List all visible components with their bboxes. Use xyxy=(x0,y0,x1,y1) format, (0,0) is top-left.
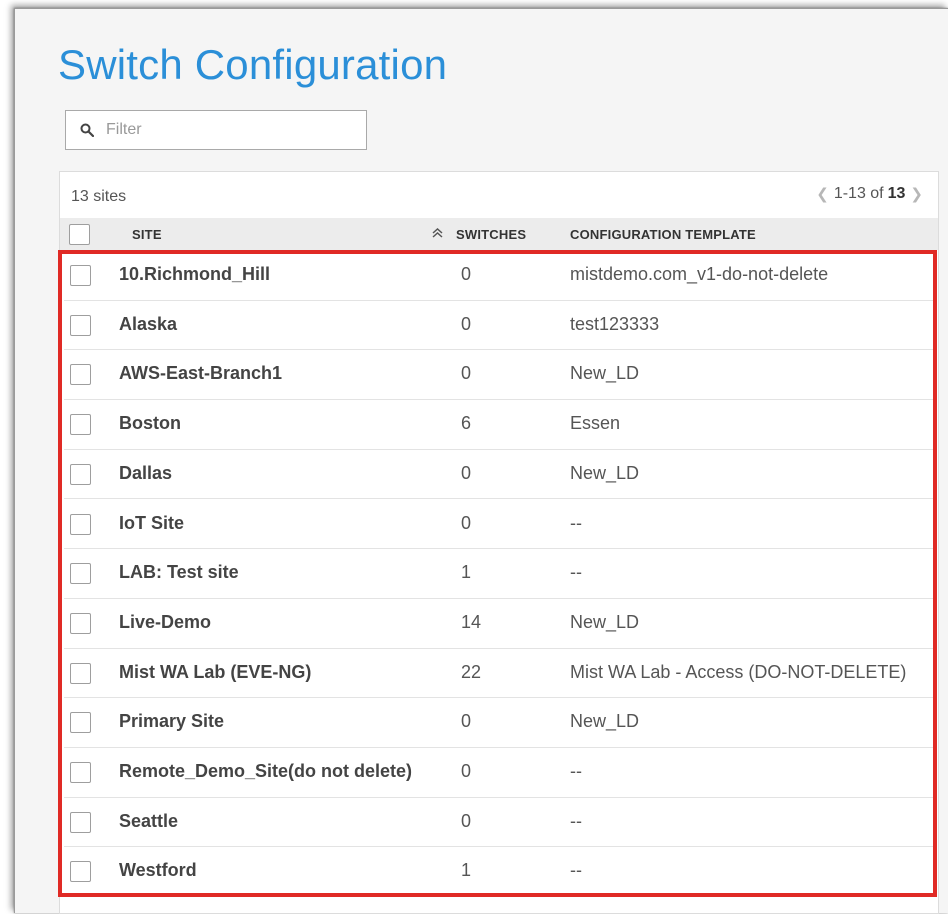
pagination-total: 13 xyxy=(887,185,906,202)
table-row[interactable]: AWS-East-Branch1 0 New_LD xyxy=(64,350,934,401)
switch-count: 0 xyxy=(461,761,472,781)
app-window: Switch Configuration 13 sites ❮ 1-13 of … xyxy=(14,8,948,914)
select-all-checkbox[interactable] xyxy=(69,223,90,245)
configuration-template: -- xyxy=(570,860,582,881)
column-header-site[interactable]: SITE xyxy=(132,227,162,242)
site-name[interactable]: Boston xyxy=(119,413,181,434)
configuration-template: -- xyxy=(570,761,582,781)
table-row[interactable]: Live-Demo 14 New_LD xyxy=(64,599,934,649)
site-name[interactable]: Live-Demo xyxy=(119,612,211,633)
switch-count: 0 xyxy=(461,810,472,831)
configuration-template: Mist WA Lab - Access (DO-NOT-DELETE) xyxy=(570,661,907,682)
row-checkbox[interactable] xyxy=(70,563,91,585)
pagination: ❮ 1-13 of 13 ❯ xyxy=(811,185,928,203)
switch-count: 0 xyxy=(461,711,472,732)
page-title: Switch Configuration xyxy=(58,41,448,88)
row-checkbox[interactable] xyxy=(70,861,91,883)
configuration-template: New_LD xyxy=(570,462,640,483)
table-row[interactable]: Seattle 0 -- xyxy=(64,798,934,848)
switch-count: 6 xyxy=(461,413,472,434)
row-checkbox[interactable] xyxy=(70,762,91,783)
configuration-template: New_LD xyxy=(570,363,640,384)
column-header-template[interactable]: CONFIGURATION TEMPLATE xyxy=(570,227,756,242)
switch-count: 0 xyxy=(461,313,472,334)
site-name[interactable]: LAB: Test site xyxy=(119,562,239,583)
table-row[interactable]: Remote_Demo_Site(do not delete) 0 -- xyxy=(64,748,934,798)
table-row[interactable]: LAB: Test site 1 -- xyxy=(64,549,934,599)
sites-table: 13 sites ❮ 1-13 of 13 ❯ SITE SWITCHES CO… xyxy=(59,171,939,914)
chevron-left-icon[interactable]: ❮ xyxy=(816,185,829,203)
table-row[interactable]: Primary Site 0 New_LD xyxy=(64,698,934,748)
table-row[interactable]: Westford 1 -- xyxy=(64,847,934,898)
table-row[interactable]: 10.Richmond_Hill 0 mistdemo.com_v1-do-not-… xyxy=(64,251,934,301)
table-row[interactable]: IoT Site 0 -- xyxy=(64,500,934,550)
row-checkbox[interactable] xyxy=(70,513,91,535)
site-name[interactable]: 10.Richmond_Hill xyxy=(119,264,270,285)
switch-count: 1 xyxy=(461,562,472,583)
switch-count: 0 xyxy=(461,462,472,483)
table-row[interactable]: Dallas 0 New_LD xyxy=(64,450,934,500)
row-checkbox[interactable] xyxy=(70,265,91,286)
switch-count: 1 xyxy=(461,860,472,881)
configuration-template: New_LD xyxy=(570,611,640,632)
site-name[interactable]: Dallas xyxy=(119,463,172,484)
site-name[interactable]: Remote_Demo_Site(do not delete) xyxy=(119,761,412,782)
pagination-range: 1-13 of xyxy=(833,185,884,202)
site-name[interactable]: AWS-East-Branch1 xyxy=(119,363,282,384)
site-name[interactable]: Primary Site xyxy=(119,711,224,732)
site-name[interactable]: Seattle xyxy=(119,811,178,832)
double-chevron-up-icon[interactable] xyxy=(432,227,443,241)
switch-count: 0 xyxy=(461,363,472,384)
switch-count: 0 xyxy=(461,264,472,284)
configuration-template: test123333 xyxy=(570,313,660,334)
filter-input[interactable] xyxy=(104,120,366,140)
search-icon xyxy=(80,123,94,137)
table-row[interactable]: Mist WA Lab (EVE-NG) 22 Mist WA Lab - Acce… xyxy=(64,649,934,699)
row-checkbox[interactable] xyxy=(70,662,91,684)
table-header: SITE SWITCHES CONFIGURATION TEMPLATE xyxy=(60,218,938,250)
configuration-template: -- xyxy=(570,562,582,583)
configuration-template: -- xyxy=(570,810,582,831)
column-header-switches[interactable]: SWITCHES xyxy=(456,227,526,242)
switch-count: 22 xyxy=(461,661,482,682)
row-checkbox[interactable] xyxy=(70,712,91,734)
row-checkbox[interactable] xyxy=(70,612,91,634)
site-name[interactable]: Alaska xyxy=(119,314,177,335)
row-checkbox[interactable] xyxy=(70,314,91,336)
configuration-template: mistdemo.com_v1-do-not-delete xyxy=(570,264,829,284)
switch-count: 14 xyxy=(461,611,482,632)
row-checkbox[interactable] xyxy=(70,414,91,436)
sites-count: 13 sites xyxy=(71,188,127,205)
table-row[interactable]: Boston 6 Essen xyxy=(64,400,934,450)
row-checkbox[interactable] xyxy=(70,364,91,386)
chevron-right-icon[interactable]: ❯ xyxy=(910,185,923,203)
configuration-template: New_LD xyxy=(570,711,640,732)
site-name[interactable]: IoT Site xyxy=(119,513,184,534)
table-row[interactable]: Alaska 0 test123333 xyxy=(64,301,934,351)
switch-count: 0 xyxy=(461,512,472,533)
row-checkbox[interactable] xyxy=(70,811,91,833)
filter-field[interactable] xyxy=(65,110,367,150)
site-name[interactable]: Mist WA Lab (EVE-NG) xyxy=(119,662,311,683)
configuration-template: Essen xyxy=(570,413,621,434)
configuration-template: -- xyxy=(570,512,582,533)
site-name[interactable]: Westford xyxy=(119,860,197,881)
row-checkbox[interactable] xyxy=(70,463,91,485)
